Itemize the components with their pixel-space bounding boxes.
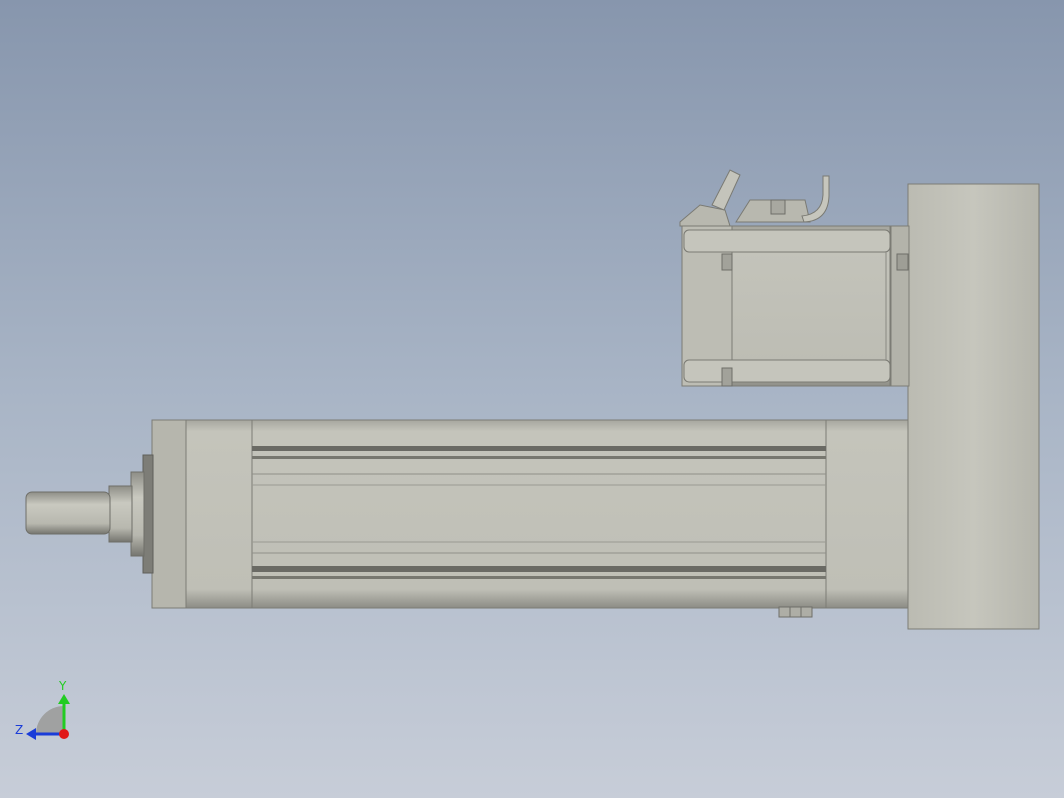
y-axis-label: Y xyxy=(58,679,67,693)
orientation-triad: Y Z xyxy=(15,679,70,740)
piston-rod[interactable] xyxy=(25,454,154,574)
motor-top-rib xyxy=(683,229,891,253)
drive-housing[interactable] xyxy=(907,183,1040,630)
z-axis-arrow-icon xyxy=(26,728,36,740)
bottom-nut xyxy=(778,606,813,618)
cad-viewport[interactable]: Y Z xyxy=(0,0,1064,798)
triad-arc xyxy=(36,706,64,734)
front-end-cap xyxy=(185,419,253,609)
encoder-connector xyxy=(735,175,830,223)
motor-bottom-rib xyxy=(683,359,891,383)
servo-motor[interactable] xyxy=(679,169,910,387)
y-axis-arrow-icon xyxy=(58,694,70,704)
power-connector xyxy=(679,169,741,227)
front-flange xyxy=(151,419,187,609)
rear-end-cap xyxy=(825,419,913,609)
triad-origin xyxy=(59,729,69,739)
actuator-body[interactable] xyxy=(151,419,913,618)
z-axis-label: Z xyxy=(15,723,23,737)
